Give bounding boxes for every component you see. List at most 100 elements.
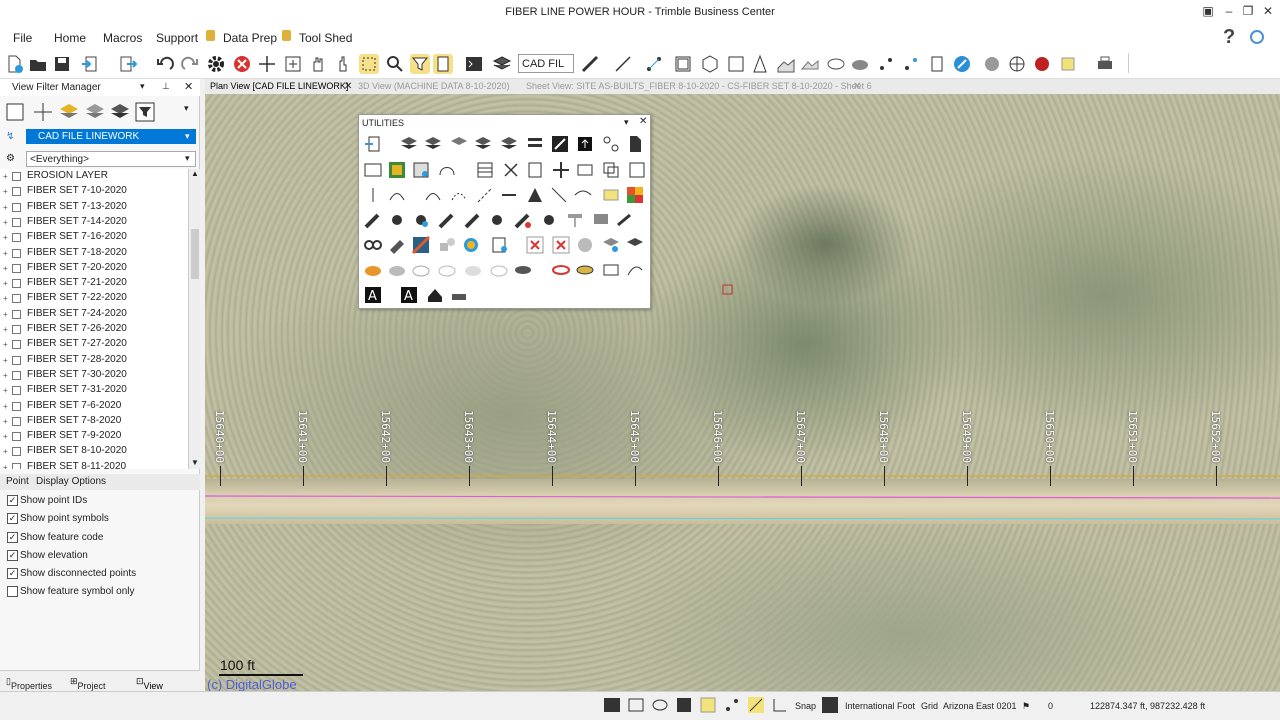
outline-icon[interactable] xyxy=(411,260,431,280)
option-show-point-ids[interactable]: ✓ Show point IDs xyxy=(7,493,197,509)
command-line-icon[interactable] xyxy=(464,54,484,74)
grid-icon[interactable] xyxy=(699,696,717,714)
layer-blue-icon[interactable] xyxy=(601,235,621,255)
tab-display-options[interactable]: Display Options xyxy=(36,476,106,487)
layer-star-icon[interactable] xyxy=(423,134,443,154)
scroll-thumb[interactable] xyxy=(191,229,199,279)
layer-checkbox[interactable] xyxy=(12,187,21,197)
close-icon[interactable]: ✕ xyxy=(853,81,861,92)
list-item[interactable]: + FIBER SET 7-31-2020 xyxy=(0,383,188,398)
surface-red-icon[interactable] xyxy=(551,260,571,280)
list-item[interactable]: + FIBER SET 7-9-2020 xyxy=(0,429,188,444)
eraser-icon[interactable] xyxy=(387,235,407,255)
record-icon[interactable] xyxy=(1032,54,1052,74)
note-icon[interactable] xyxy=(601,185,621,205)
layers-icon[interactable] xyxy=(492,54,512,74)
option-show-point-symbols[interactable]: ✓ Show point symbols xyxy=(7,511,197,527)
layer-checkbox[interactable] xyxy=(12,202,21,212)
expand-icon[interactable]: + xyxy=(3,310,8,319)
expand-icon[interactable]: + xyxy=(3,432,8,441)
arc-edit-icon[interactable] xyxy=(449,185,469,205)
move-filter-icon[interactable] xyxy=(32,101,54,123)
restore-layout-icon[interactable]: ▣ xyxy=(1198,4,1218,18)
color-wheel-icon[interactable] xyxy=(461,235,481,255)
list-item[interactable]: + FIBER SET 8-10-2020 xyxy=(0,444,188,459)
layer-copy-icon[interactable] xyxy=(473,134,493,154)
move-arrows-icon[interactable] xyxy=(551,160,571,180)
notes-icon[interactable] xyxy=(433,54,453,74)
menu-data-prep[interactable]: Data Prep xyxy=(223,31,277,45)
checkbox-checked[interactable]: ✓ xyxy=(7,532,18,543)
measure-icon[interactable] xyxy=(580,54,600,74)
layer-checkbox[interactable] xyxy=(12,233,21,243)
document-icon[interactable] xyxy=(625,134,645,154)
expand-icon[interactable]: + xyxy=(3,203,8,212)
layer-stack-gray-icon[interactable] xyxy=(84,101,106,123)
pin-icon[interactable]: ⊥ xyxy=(162,81,170,92)
points-tool-icon[interactable] xyxy=(644,54,664,74)
new-project-icon[interactable] xyxy=(4,54,24,74)
delete-red-icon[interactable] xyxy=(525,235,545,255)
close-icon[interactable]: ✕ xyxy=(639,116,647,127)
print-icon[interactable] xyxy=(1095,54,1115,74)
expand-icon[interactable]: + xyxy=(3,417,8,426)
page-icon[interactable] xyxy=(525,160,545,180)
monitor-icon[interactable] xyxy=(591,210,611,230)
list-item[interactable]: + EROSION LAYER xyxy=(0,169,188,184)
chevron-down-icon[interactable]: ▾ xyxy=(624,117,629,128)
tab-project-explorer[interactable]: ⊞ Project Expl... xyxy=(70,676,106,701)
checkbox-checked[interactable]: ✓ xyxy=(7,495,18,506)
flag-icon[interactable]: ⚑ xyxy=(1022,701,1030,712)
corridor-icon[interactable] xyxy=(826,54,846,74)
pen-blue-icon[interactable] xyxy=(437,210,457,230)
snap-select-icon[interactable] xyxy=(359,54,379,74)
hand-pan-icon[interactable] xyxy=(308,54,328,74)
checkbox-checked[interactable]: ✓ xyxy=(7,513,18,524)
zone-label[interactable]: Arizona East 0201 xyxy=(943,701,1017,711)
point-line-icon[interactable] xyxy=(363,185,383,205)
expand-icon[interactable]: + xyxy=(3,249,8,258)
frame-add-icon[interactable] xyxy=(601,260,621,280)
outline-cloud-icon[interactable] xyxy=(463,260,483,280)
units-label[interactable]: International Foot xyxy=(845,701,915,711)
angle-icon[interactable] xyxy=(771,696,789,714)
list-item[interactable]: + FIBER SET 7-18-2020 xyxy=(0,246,188,261)
search-icon[interactable] xyxy=(385,54,405,74)
report-icon[interactable] xyxy=(927,54,947,74)
expand-icon[interactable]: + xyxy=(3,294,8,303)
list-item[interactable]: + FIBER SET 7-14-2020 xyxy=(0,215,188,230)
cloud-select-icon[interactable] xyxy=(651,696,669,714)
copy-shape-icon[interactable] xyxy=(601,160,621,180)
draw-box-icon[interactable] xyxy=(675,696,693,714)
outline-add-icon[interactable] xyxy=(489,260,509,280)
layer-filter-icon[interactable]: ⚙ xyxy=(6,153,15,164)
outline-light-icon[interactable] xyxy=(437,260,457,280)
menu-support[interactable]: Support xyxy=(156,31,198,45)
pen-edit-icon[interactable] xyxy=(463,210,483,230)
grid-label[interactable]: Grid xyxy=(921,701,938,711)
command-icon[interactable] xyxy=(603,696,621,714)
sheet-view-icon[interactable] xyxy=(673,54,693,74)
menu-macros[interactable]: Macros xyxy=(103,31,142,45)
expand-icon[interactable]: + xyxy=(3,325,8,334)
line-tool-icon[interactable] xyxy=(613,54,633,74)
node-link-icon[interactable] xyxy=(487,210,507,230)
surface-icon[interactable] xyxy=(776,54,796,74)
cloud-icon[interactable] xyxy=(850,54,870,74)
expand-icon[interactable]: + xyxy=(3,264,8,273)
surface-orange-icon[interactable] xyxy=(363,260,383,280)
points-link-icon[interactable] xyxy=(876,54,896,74)
text-icon[interactable]: A xyxy=(363,285,383,305)
tab-plan-view[interactable]: Plan View [CAD FILE LINEWORK] xyxy=(210,81,348,91)
upload-icon[interactable] xyxy=(575,134,595,154)
layer-checkbox[interactable] xyxy=(12,462,21,469)
list-item[interactable]: + FIBER SET 7-8-2020 xyxy=(0,414,188,429)
pen-red-icon[interactable] xyxy=(513,210,533,230)
zoom-extents-icon[interactable] xyxy=(283,54,303,74)
layer-checkbox[interactable] xyxy=(12,355,21,365)
minimize-button[interactable]: – xyxy=(1219,4,1239,18)
expand-icon[interactable]: + xyxy=(3,386,8,395)
color-palette-icon[interactable] xyxy=(625,185,645,205)
shapes-gray-icon[interactable] xyxy=(437,235,457,255)
eye-icon[interactable] xyxy=(513,260,533,280)
